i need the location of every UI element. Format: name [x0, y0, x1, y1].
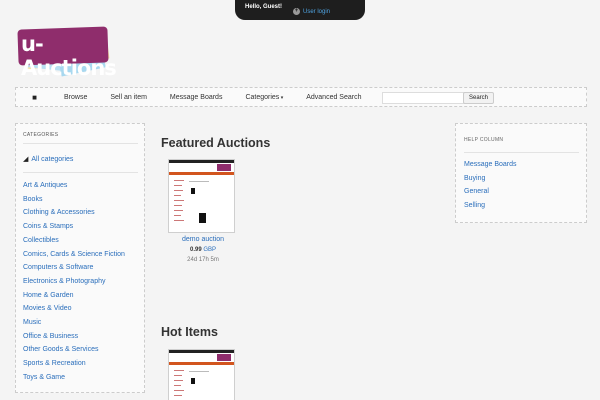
- site-logo[interactable]: u-Auctions: [15, 24, 117, 80]
- search-input[interactable]: [382, 92, 474, 104]
- thumb-line: [174, 180, 184, 181]
- thumb-image: [199, 213, 206, 223]
- thumb-line: [174, 185, 182, 186]
- category-item[interactable]: Coins & Stamps: [23, 220, 125, 234]
- plus-circle-icon: +: [293, 8, 300, 15]
- help-link-message-boards[interactable]: Message Boards: [464, 158, 517, 172]
- hot-item-thumbnail[interactable]: [168, 349, 235, 400]
- all-categories-link[interactable]: ◢ All categories: [23, 155, 74, 164]
- category-item[interactable]: Art & Antiques: [23, 179, 125, 193]
- main-nav: ■ Browse Sell an item Message Boards Cat…: [15, 87, 587, 107]
- featured-auctions-heading: Featured Auctions: [161, 136, 271, 150]
- category-item[interactable]: Books: [23, 193, 125, 207]
- all-categories-label: All categories: [31, 155, 74, 163]
- category-item[interactable]: Toys & Game: [23, 371, 125, 385]
- category-item[interactable]: Computers & Software: [23, 261, 125, 275]
- thumb-line: [174, 375, 182, 376]
- divider: [23, 172, 138, 173]
- thumb-line: [174, 190, 183, 191]
- thumb-nav: [169, 172, 234, 175]
- thumb-image: [191, 188, 195, 194]
- thumb-line: [174, 390, 184, 391]
- auction-price: 0.99 GBP: [168, 247, 238, 253]
- help-link-selling[interactable]: Selling: [464, 199, 517, 213]
- category-item[interactable]: Office & Business: [23, 330, 125, 344]
- thumb-topbar: [169, 160, 234, 163]
- help-column-heading: HELP COLUMN: [464, 137, 504, 143]
- thumb-topbar: [169, 350, 234, 353]
- nav-message-boards[interactable]: Message Boards: [170, 94, 223, 101]
- auction-time-left: 24d 17h 5m: [187, 257, 219, 263]
- category-item[interactable]: Movies & Video: [23, 302, 125, 316]
- tag-icon: ◢: [23, 156, 29, 163]
- nav-categories-dropdown[interactable]: Categories: [245, 94, 283, 101]
- help-column-sidebar: HELP COLUMN Message Boards Buying Genera…: [455, 123, 587, 223]
- help-link-general[interactable]: General: [464, 185, 517, 199]
- nav-advanced-search[interactable]: Advanced Search: [306, 94, 361, 101]
- logo-text: u-Auctions: [21, 32, 117, 80]
- thumb-line: [174, 385, 181, 386]
- help-link-list: Message Boards Buying General Selling: [464, 158, 517, 213]
- search-button[interactable]: Search: [463, 92, 494, 104]
- auction-currency: GBP: [203, 247, 217, 253]
- thumb-line: [174, 200, 184, 201]
- divider: [23, 143, 138, 144]
- featured-auction-thumbnail[interactable]: [168, 159, 235, 233]
- thumb-line: [174, 205, 182, 206]
- auction-title-link[interactable]: demo auction: [168, 236, 238, 243]
- category-item[interactable]: Other Goods & Services: [23, 343, 125, 357]
- user-login-label: User login: [303, 8, 331, 15]
- home-icon[interactable]: ■: [28, 93, 41, 102]
- divider: [464, 152, 579, 153]
- categories-heading: CATEGORIES: [23, 132, 59, 138]
- thumb-line: [174, 195, 181, 196]
- thumb-line: [174, 215, 181, 216]
- hot-items-heading: Hot Items: [161, 325, 218, 339]
- thumb-text: [189, 181, 209, 182]
- category-item[interactable]: Clothing & Accessories: [23, 206, 125, 220]
- top-user-bar: Hello, Guest! + User login: [235, 0, 365, 20]
- category-item[interactable]: Comics, Cards & Science Fiction: [23, 248, 125, 262]
- nav-browse[interactable]: Browse: [64, 94, 87, 101]
- thumb-line: [174, 210, 183, 211]
- user-login-link[interactable]: + User login: [293, 8, 330, 15]
- category-list: Art & Antiques Books Clothing & Accessor…: [23, 179, 125, 385]
- thumb-logo: [217, 354, 231, 361]
- auction-price-value: 0.99: [189, 247, 202, 253]
- thumb-logo: [217, 164, 231, 171]
- thumb-text: [189, 371, 209, 372]
- thumb-line: [174, 220, 184, 221]
- category-item[interactable]: Collectibles: [23, 234, 125, 248]
- thumb-line: [174, 380, 183, 381]
- thumb-image: [191, 378, 195, 384]
- help-link-buying[interactable]: Buying: [464, 172, 517, 186]
- thumb-line: [174, 395, 182, 396]
- thumb-nav: [169, 362, 234, 365]
- nav-sell-an-item[interactable]: Sell an item: [110, 94, 147, 101]
- greeting-text: Hello, Guest!: [245, 4, 283, 10]
- categories-sidebar: CATEGORIES ◢ All categories Art & Antiqu…: [15, 123, 145, 393]
- category-item[interactable]: Home & Garden: [23, 289, 125, 303]
- category-item[interactable]: Electronics & Photography: [23, 275, 125, 289]
- category-item[interactable]: Music: [23, 316, 125, 330]
- category-item[interactable]: Sports & Recreation: [23, 357, 125, 371]
- thumb-line: [174, 370, 184, 371]
